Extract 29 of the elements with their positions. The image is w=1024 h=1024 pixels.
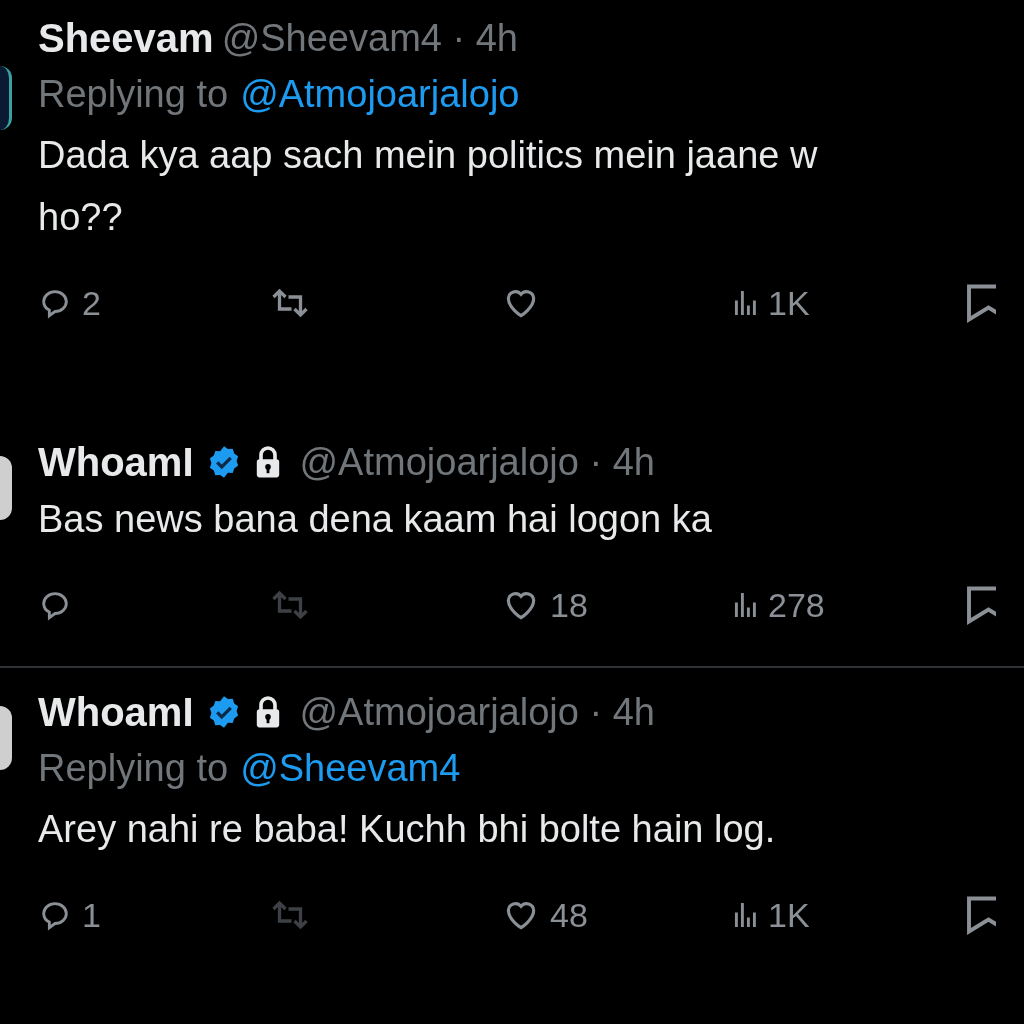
replying-label: Replying to [38,72,229,116]
views-icon[interactable] [734,900,758,930]
bookmark-icon[interactable] [966,585,996,625]
avatar[interactable] [0,706,12,770]
tweet-text: Bas news bana dena kaam hai logon ka [38,497,713,542]
action-count: 1K [768,283,810,323]
action-count: 1K [768,895,810,935]
views-icon[interactable] [734,288,758,318]
handle-and-time: @Atmojoarjalojo · 4h [299,690,655,734]
views-icon[interactable] [734,590,758,620]
tweet-text: Arey nahi re baba! Kuchh bhi bolte hain log. [38,807,777,852]
action-count: 48 [550,895,588,935]
handle-and-time: @Atmojoarjalojo · 4h [299,440,655,484]
tweet-text: Dada kya aap sach mein politics mein jaane w ho?? [38,133,819,240]
action-count: 2 [82,283,101,323]
user-name[interactable]: Sheevam [38,15,214,61]
action-count: 278 [768,585,825,625]
user-name[interactable]: WhoamI [38,439,194,485]
avatar[interactable] [0,66,12,130]
replying-label: Replying to [38,746,229,790]
action-count: 1 [82,895,101,935]
handle-and-time: @Sheevam4 · 4h [221,16,518,60]
action-count: 18 [550,585,588,625]
bookmark-icon[interactable] [966,283,996,323]
mention-link[interactable]: @Sheevam4 [240,746,461,790]
avatar[interactable] [0,456,12,520]
mention-link[interactable]: @Atmojoarjalojo [240,72,520,116]
bookmark-icon[interactable] [966,895,996,935]
user-name[interactable]: WhoamI [38,689,194,735]
